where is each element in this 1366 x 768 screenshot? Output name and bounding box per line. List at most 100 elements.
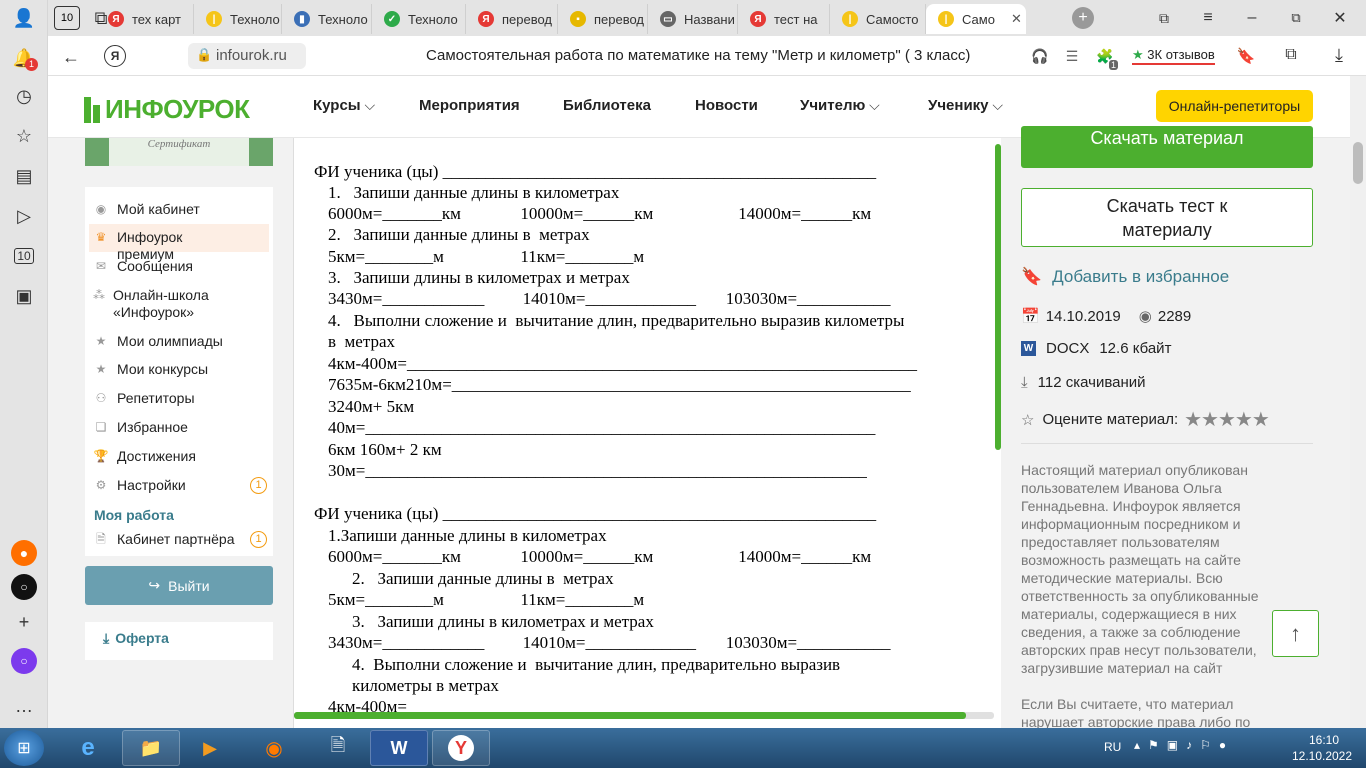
- start-button[interactable]: ⊞: [4, 730, 44, 766]
- collections-icon[interactable]: ▤: [8, 160, 40, 192]
- sidebar-item-5[interactable]: ★ Мои олимпиады: [93, 333, 243, 350]
- media-player-icon[interactable]: ▶: [190, 732, 230, 764]
- nav-label: Новости: [695, 97, 758, 114]
- tab-label: Техноло: [230, 11, 280, 27]
- back-arrow-icon[interactable]: ←: [60, 46, 82, 68]
- app-dark-icon[interactable]: ○: [11, 574, 37, 600]
- extensions-icon[interactable]: 🧩 1: [1094, 46, 1118, 70]
- tab-label: перевод: [502, 11, 553, 27]
- more-icon[interactable]: …: [8, 690, 40, 722]
- notifications-icon[interactable]: 🔔 1: [8, 42, 40, 74]
- history-icon[interactable]: ◷: [8, 80, 40, 112]
- doc-horizontal-scrollbar[interactable]: [294, 712, 966, 719]
- sidebar-item-10[interactable]: ⚙ Настройки: [93, 477, 243, 494]
- tab-5[interactable]: Яперевод: [466, 4, 558, 34]
- sidebar-item-1[interactable]: ◉ Мой кабинет: [93, 201, 243, 218]
- clock-date[interactable]: 12.10.2022: [1284, 749, 1360, 763]
- page-scrollbar[interactable]: [1350, 76, 1366, 728]
- headphones-icon[interactable]: 🎧: [1030, 46, 1050, 66]
- tray-icons[interactable]: ▴⚑▣♪⚐●: [1134, 738, 1234, 752]
- restore-button[interactable]: ⧉: [1286, 8, 1306, 28]
- logout-button[interactable]: ↪ Выйти: [85, 566, 273, 605]
- page-scroll-thumb[interactable]: [1353, 142, 1363, 184]
- file-size: 12.6 кбайт: [1099, 340, 1172, 357]
- tabs-grid-icon[interactable]: 10: [54, 6, 80, 30]
- site-viewport: ИНФОУРОК Курсы ⌵ Мероприятия Библиотека Нов…: [48, 76, 1350, 728]
- nav-label: Курсы: [313, 97, 361, 114]
- download-material-button[interactable]: Скачать материал: [1021, 126, 1313, 168]
- profile-icon[interactable]: 👤: [8, 2, 40, 34]
- nav-item-1[interactable]: Курсы ⌵: [313, 97, 375, 114]
- yandex-home-icon[interactable]: Я: [104, 45, 126, 67]
- tab-10[interactable]: | Само ✕: [926, 4, 1026, 34]
- close-tab-icon[interactable]: ✕: [1011, 11, 1022, 27]
- infourok-logo[interactable]: ИНФОУРОК: [84, 94, 250, 125]
- tab-7[interactable]: ▭ Названи: [648, 4, 738, 34]
- tab-label: Техноло: [408, 11, 458, 27]
- sidebar-item-4[interactable]: ⁂ Онлайн-школа «Инфоурок»: [93, 287, 243, 321]
- tab-3[interactable]: ▮ Техноло: [282, 4, 372, 34]
- url-pill[interactable]: 🔒 infourok.ru: [188, 43, 306, 69]
- collections-panel-icon[interactable]: ⧉: [1280, 44, 1302, 66]
- nav-label: Мероприятия: [419, 97, 520, 114]
- nav-item-4[interactable]: Новости: [695, 97, 758, 114]
- tab-2[interactable]: | Техноло: [194, 4, 282, 34]
- add-panel-icon[interactable]: +: [8, 606, 40, 638]
- rating-stars[interactable]: ★★★★★: [1184, 407, 1270, 432]
- word-icon[interactable]: W: [370, 730, 428, 766]
- sidebar-item-label: Настройки: [117, 477, 186, 493]
- doc-icon: ▭: [660, 11, 676, 27]
- tab-4[interactable]: ✓ Техноло: [372, 4, 466, 34]
- favorites-star-icon[interactable]: ☆: [8, 120, 40, 152]
- publish-date: 14.10.2019: [1045, 307, 1121, 325]
- infourok-tab-icon: |: [206, 11, 222, 27]
- close-window-button[interactable]: ✕: [1330, 8, 1350, 28]
- language-indicator[interactable]: RU: [1104, 740, 1121, 754]
- partner-cabinet-item[interactable]: 🗎 Кабинет партнёра: [93, 531, 234, 548]
- sidebar-item-3[interactable]: ✉ Сообщения: [93, 258, 243, 275]
- tab-6[interactable]: ▪ перевод: [558, 4, 648, 34]
- online-tutors-button[interactable]: Онлайн-репетиторы: [1156, 90, 1313, 122]
- ie-icon[interactable]: e: [66, 732, 110, 764]
- explorer-icon[interactable]: 📁: [122, 730, 180, 766]
- alice-icon[interactable]: ○: [11, 648, 37, 674]
- nav-item-2[interactable]: Мероприятия: [419, 97, 520, 114]
- screenshot-icon[interactable]: ▣: [8, 280, 40, 312]
- menu-icon[interactable]: ≡: [1198, 8, 1218, 28]
- clock-time[interactable]: 16:10: [1296, 733, 1352, 747]
- reader-icon[interactable]: ☰: [1062, 46, 1082, 66]
- yandex-browser-icon[interactable]: Y: [432, 730, 490, 766]
- sidebar-item-7[interactable]: ⚇ Репетиторы: [93, 390, 243, 407]
- tab-8[interactable]: Ятест на: [738, 4, 830, 34]
- scroll-top-button[interactable]: ↑: [1272, 610, 1319, 657]
- tab-1[interactable]: Ятех карт: [96, 4, 194, 34]
- offer-link[interactable]: ⤓ Оферта: [103, 630, 169, 647]
- play-icon[interactable]: ▷: [8, 200, 40, 232]
- image-icon: ▪: [570, 11, 586, 27]
- tab-9[interactable]: | Самосто: [830, 4, 926, 34]
- yandex-icon: Я: [750, 11, 766, 27]
- new-tab-button[interactable]: +: [1072, 7, 1094, 29]
- tab-label: перевод: [594, 11, 645, 27]
- minimize-button[interactable]: –: [1242, 8, 1262, 28]
- sidebar-item-6[interactable]: ★ Мои конкурсы: [93, 361, 243, 378]
- tab-label: Техноло: [318, 11, 368, 27]
- bookmark-icon[interactable]: 🔖: [1236, 46, 1256, 66]
- tab-count-icon[interactable]: 10: [8, 240, 40, 272]
- nav-item-5[interactable]: Учителю ⌵: [800, 97, 880, 114]
- sidebar-item-8[interactable]: ❏ Избранное: [93, 419, 243, 436]
- nav-item-3[interactable]: Библиотека: [563, 97, 651, 114]
- download-icon[interactable]: ⤓: [1328, 44, 1350, 66]
- firefox-icon[interactable]: ◉: [254, 732, 294, 764]
- sidebar-item-label: Онлайн-школа «Инфоурок»: [113, 287, 209, 320]
- certificate-image[interactable]: Сертификат: [85, 138, 273, 166]
- app-orange-icon[interactable]: ●: [11, 540, 37, 566]
- doc-vertical-scrollbar[interactable]: [995, 144, 1001, 450]
- tab-manager-icon[interactable]: ⧉: [1154, 8, 1174, 28]
- add-favorite-link[interactable]: 🔖 Добавить в избранное: [1021, 267, 1229, 287]
- download-test-button[interactable]: Скачать тест к материалу: [1021, 188, 1313, 247]
- reviews-link[interactable]: ★ 3К отзывов: [1132, 47, 1215, 65]
- notepad-icon[interactable]: 🗎: [318, 732, 358, 764]
- nav-item-6[interactable]: Ученику ⌵: [928, 97, 1003, 114]
- sidebar-item-9[interactable]: 🏆 Достижения: [93, 448, 243, 465]
